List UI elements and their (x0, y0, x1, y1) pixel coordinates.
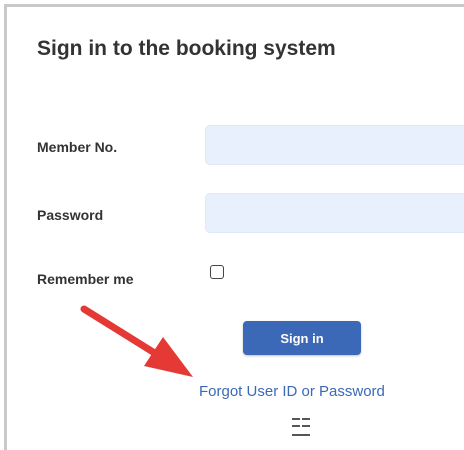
remember-me-label: Remember me (37, 271, 134, 287)
sign-in-button[interactable]: Sign in (243, 321, 361, 355)
login-panel: Sign in to the booking system Member No.… (4, 4, 464, 450)
password-input[interactable] (205, 193, 464, 233)
remember-me-checkbox[interactable] (210, 265, 224, 279)
member-no-input[interactable] (205, 125, 464, 165)
password-label: Password (37, 207, 104, 223)
forgot-credentials-link[interactable]: Forgot User ID or Password (199, 383, 385, 400)
member-no-label: Member No. (37, 139, 118, 155)
page-title: Sign in to the booking system (37, 37, 336, 60)
menu-icon[interactable] (290, 415, 312, 439)
